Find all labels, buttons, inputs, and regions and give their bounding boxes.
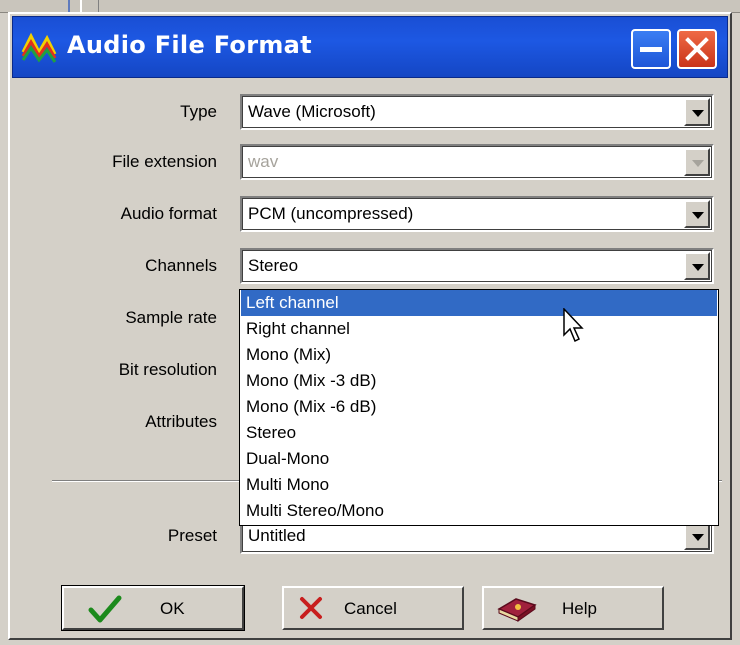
type-label: Type xyxy=(180,102,217,121)
close-button[interactable] xyxy=(677,29,717,69)
help-button[interactable]: Help xyxy=(482,586,664,630)
title-bar[interactable]: Audio File Format xyxy=(12,16,728,78)
dropdown-option[interactable]: Multi Mono xyxy=(241,472,717,498)
sample-rate-label: Sample rate xyxy=(125,308,217,327)
x-mark-icon xyxy=(300,597,322,619)
dropdown-option[interactable]: Mono (Mix) xyxy=(241,342,717,368)
chevron-down-icon xyxy=(692,264,704,271)
help-button-label: Help xyxy=(562,599,597,618)
cancel-button[interactable]: Cancel xyxy=(282,586,464,630)
cancel-button-label: Cancel xyxy=(344,599,397,618)
audio-file-format-dialog: Audio File Format Type Wave (Microsoft) … xyxy=(8,12,732,640)
file-extension-dropdown-button xyxy=(684,148,710,176)
attributes-label: Attributes xyxy=(145,412,217,431)
help-book-icon xyxy=(497,598,537,622)
preset-dropdown-button[interactable] xyxy=(684,522,710,550)
chevron-down-icon xyxy=(692,212,704,219)
bit-resolution-label: Bit resolution xyxy=(118,360,217,379)
chevron-down-icon xyxy=(692,110,704,117)
channels-dropdown-list[interactable]: Left channel Right channel Mono (Mix) Mo… xyxy=(239,289,719,526)
minimize-button[interactable] xyxy=(631,29,671,69)
ok-button[interactable]: OK xyxy=(61,585,245,631)
ok-button-label: OK xyxy=(160,599,185,618)
audio-format-select[interactable]: PCM (uncompressed) xyxy=(240,196,714,232)
preset-label: Preset xyxy=(167,526,217,545)
file-extension-value: wav xyxy=(248,152,279,171)
file-extension-label: File extension xyxy=(112,152,217,171)
dropdown-option[interactable]: Mono (Mix -3 dB) xyxy=(241,368,717,394)
audio-format-dropdown-button[interactable] xyxy=(684,200,710,228)
audio-format-label: Audio format xyxy=(120,204,217,223)
audio-format-value: PCM (uncompressed) xyxy=(248,204,414,223)
dialog-title: Audio File Format xyxy=(67,31,312,59)
chevron-down-icon xyxy=(692,534,704,541)
channels-dropdown-button[interactable] xyxy=(684,252,710,280)
channels-select[interactable]: Stereo xyxy=(240,248,714,284)
type-dropdown-button[interactable] xyxy=(684,98,710,126)
dropdown-option[interactable]: Dual-Mono xyxy=(241,446,717,472)
dropdown-option[interactable]: Stereo xyxy=(241,420,717,446)
channels-label: Channels xyxy=(145,256,217,275)
close-icon xyxy=(685,37,709,61)
mouse-cursor-icon xyxy=(563,308,584,343)
checkmark-icon xyxy=(88,595,122,623)
dropdown-option[interactable]: Right channel xyxy=(241,316,717,342)
file-extension-select: wav xyxy=(240,144,714,180)
channels-value: Stereo xyxy=(248,256,299,275)
type-value: Wave (Microsoft) xyxy=(248,102,376,121)
dropdown-option[interactable]: Left channel xyxy=(241,290,717,316)
dropdown-option[interactable]: Mono (Mix -6 dB) xyxy=(241,394,717,420)
waveform-icon xyxy=(21,32,57,63)
type-select[interactable]: Wave (Microsoft) xyxy=(240,94,714,130)
chevron-down-icon xyxy=(692,160,704,167)
dropdown-option[interactable]: Multi Stereo/Mono xyxy=(241,498,717,524)
minimize-icon xyxy=(640,47,662,52)
preset-value: Untitled xyxy=(248,526,306,545)
